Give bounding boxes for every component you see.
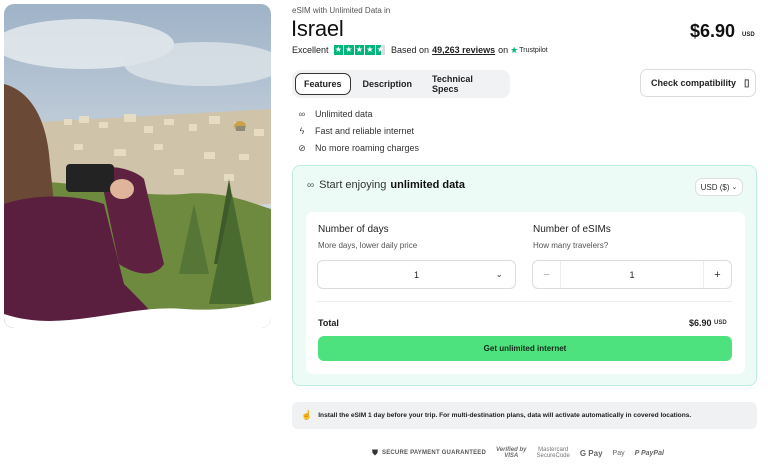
plan-options-panel: Number of days More days, lower daily pr… [306, 212, 745, 374]
install-info-text: Install the eSIM 1 day before your trip.… [318, 412, 692, 419]
feature-item: ⊘ No more roaming charges [296, 142, 419, 154]
esims-title: Number of eSIMs [533, 224, 611, 235]
mc-bottom: SecureCode [536, 453, 570, 459]
star-icon: ★ [365, 45, 375, 55]
days-subtitle: More days, lower daily price [318, 241, 418, 250]
days-value: 1 [413, 269, 419, 280]
secure-payment-label: SECURE PAYMENT GUARANTEED [382, 450, 487, 456]
feature-list: ∞ Unlimited data ϟ Fast and reliable int… [296, 108, 419, 159]
days-select[interactable]: 1 ⌄ [317, 260, 516, 289]
star-icon: ★ [333, 45, 344, 55]
chevron-down-icon: ⌄ [495, 269, 503, 279]
google-pay-logo: G Pay [579, 448, 603, 458]
paypal-label: PayPal [640, 449, 664, 457]
hand-tap-icon: ☝ [301, 410, 313, 420]
price: $6.90 [690, 21, 736, 41]
verified-by-visa-logo: Verified by VISA [496, 447, 526, 459]
tab-technical-specs[interactable]: Technical Specs [424, 73, 503, 95]
plan-heading-prefix: Start enjoying [319, 179, 387, 191]
visa-bottom: VISA [504, 453, 519, 459]
plan-heading-bold: unlimited data [390, 179, 465, 191]
phone-check-icon: ▯ [744, 77, 750, 89]
trustpilot-label: Trustpilot [519, 46, 548, 54]
rating-label: Excellent [292, 45, 329, 55]
reviews-link[interactable]: 49,263 reviews [432, 45, 495, 55]
plan-heading: ∞ Start enjoying unlimited data [307, 179, 465, 191]
feature-item: ϟ Fast and reliable internet [296, 125, 419, 137]
shield-icon: ⛊ [372, 448, 378, 457]
feature-item: ∞ Unlimited data [296, 108, 419, 120]
trustpilot-star-icon: ★ [510, 44, 519, 55]
rating-based-on: Based on [391, 45, 430, 55]
total-currency: USD [714, 320, 727, 326]
payment-badges: ⛊ SECURE PAYMENT GUARANTEED Verified by … [372, 446, 664, 460]
esims-subtitle: How many travelers? [533, 241, 609, 250]
currency-select-label: USD ($) [700, 182, 730, 192]
lightning-icon: ϟ [299, 126, 305, 136]
plan-card: ∞ Start enjoying unlimited data USD ($) … [292, 165, 757, 386]
total-value: $6.90 [689, 318, 712, 328]
divider [317, 301, 732, 302]
trustpilot-rating: Excellent ★ ★ ★ ★ ★ Based on 49,263 revi… [292, 44, 548, 56]
chevron-down-icon: ⌄ [731, 184, 738, 191]
tab-description[interactable]: Description [355, 73, 421, 95]
feature-label: No more roaming charges [315, 143, 420, 153]
page-eyebrow: eSIM with Unlimited Data in [292, 6, 391, 15]
total-label: Total [318, 318, 339, 328]
currency-select[interactable]: USD ($) ⌄ [695, 178, 743, 196]
paypal-logo: P PayPal [635, 450, 664, 457]
esims-value[interactable]: 1 [561, 261, 703, 288]
days-title: Number of days [318, 224, 389, 235]
feature-label: Unlimited data [315, 109, 373, 119]
trustpilot-logo: ★ Trustpilot [510, 45, 548, 56]
apple-pay-logo: Pay [612, 449, 625, 457]
get-unlimited-internet-button[interactable]: Get unlimited internet [318, 336, 732, 361]
mastercard-securecode-logo: Mastercard SecureCode [536, 447, 569, 459]
rating-stars: ★ ★ ★ ★ ★ [333, 45, 386, 55]
star-icon: ★ [344, 45, 354, 55]
install-info-banner: ☝ Install the eSIM 1 day before your tri… [292, 402, 757, 429]
product-tabs: Features Description Technical Specs [292, 70, 510, 98]
decrement-button[interactable]: − [533, 261, 561, 288]
star-half-icon: ★ [375, 45, 386, 55]
increment-button[interactable]: + [703, 261, 731, 288]
tab-features[interactable]: Features [295, 73, 351, 95]
price-currency: USD [742, 32, 755, 38]
esims-stepper: − 1 + [532, 260, 732, 289]
page-title: Israel [291, 16, 344, 41]
feature-label: Fast and reliable internet [315, 126, 415, 136]
rating-on: on [498, 45, 509, 55]
check-compatibility-button[interactable]: Check compatibility ▯ [640, 69, 756, 97]
check-compatibility-label: Check compatibility [651, 78, 737, 88]
star-icon: ★ [354, 45, 365, 55]
no-roaming-icon: ⊘ [298, 142, 306, 153]
infinity-icon: ∞ [298, 109, 306, 119]
infinity-icon: ∞ [307, 179, 315, 191]
destination-photo [4, 4, 271, 328]
